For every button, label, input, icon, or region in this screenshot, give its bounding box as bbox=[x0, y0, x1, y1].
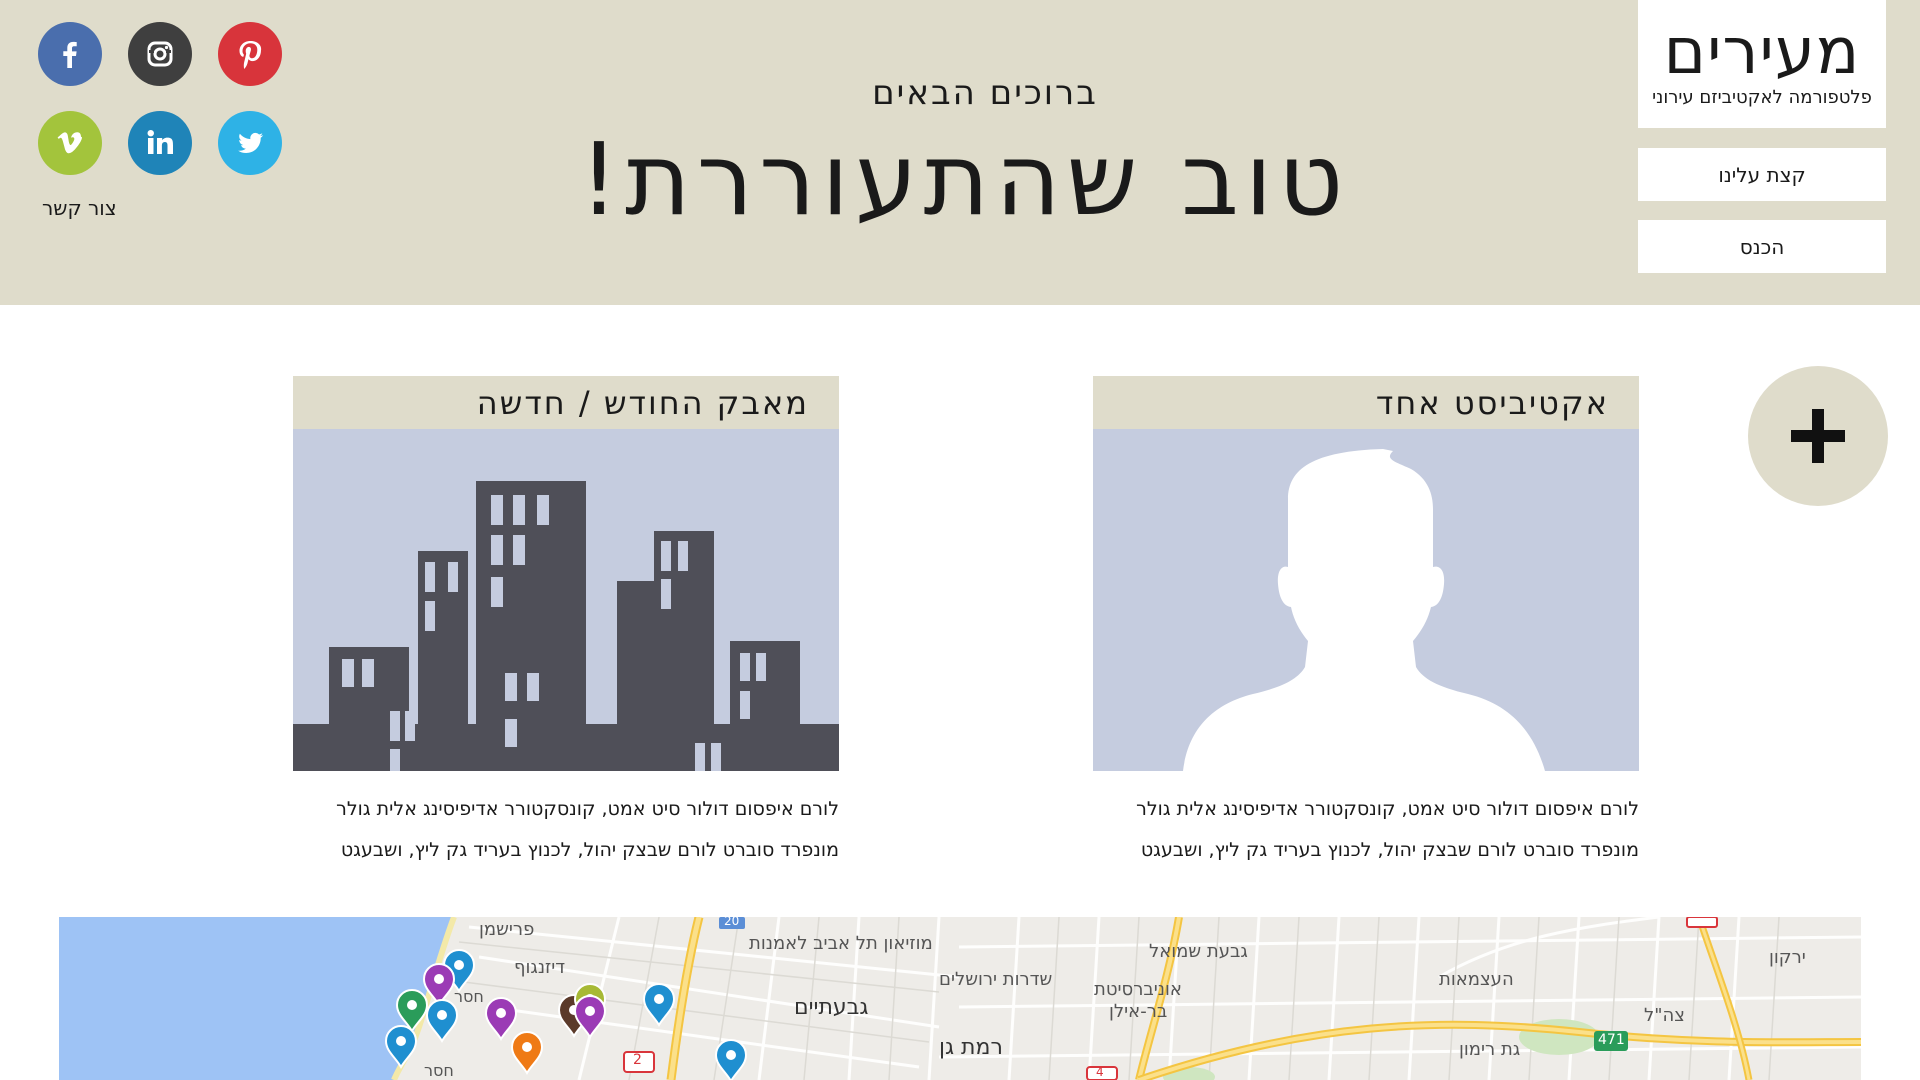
add-button[interactable] bbox=[1748, 366, 1888, 506]
map-route-4: 4 bbox=[1096, 1065, 1104, 1079]
map-route-471: 471 bbox=[1598, 1032, 1625, 1048]
map-label-tzahal: צה"ל bbox=[1644, 1005, 1685, 1026]
pinterest-icon[interactable] bbox=[218, 22, 282, 86]
map-label-frishman: פרישמן bbox=[479, 919, 535, 940]
map-label-gat-rimon: גת רימון bbox=[1459, 1039, 1521, 1060]
welcome-title: טוב שהתעוררת! bbox=[578, 121, 1350, 238]
map-pin[interactable] bbox=[573, 995, 607, 1039]
struggle-card-line-2: מונפרד סוברט לורם שבצק יהול, לכנוץ בעריד… bbox=[340, 839, 839, 861]
map-route-2: 2 bbox=[633, 1052, 642, 1068]
map-label-yarkon: ירקון bbox=[1769, 947, 1806, 968]
activist-card[interactable]: אקטיביסט אחד לורם איפסום דולור סיט אמט, … bbox=[1093, 376, 1639, 871]
struggle-card-title: מאבק החודש / חדשה bbox=[293, 376, 839, 429]
map-label-bar-ilan-2: בר-אילן bbox=[1109, 1001, 1168, 1022]
vimeo-icon[interactable] bbox=[38, 111, 102, 175]
map-pin[interactable] bbox=[714, 1039, 748, 1080]
map-label-hosr-2: חסר bbox=[424, 1061, 454, 1080]
facebook-icon[interactable] bbox=[38, 22, 102, 86]
struggle-card[interactable]: מאבק החודש / חדשה לורם איפסום דולור סיט … bbox=[293, 376, 839, 871]
map-pin[interactable] bbox=[425, 999, 459, 1043]
map-label-givat-shmuel: גבעת שמואל bbox=[1149, 941, 1248, 962]
map-pin[interactable] bbox=[642, 983, 676, 1027]
map-pin[interactable] bbox=[510, 1031, 544, 1075]
map[interactable]: מוזיאון תל אביב לאמנות גבעתיים רמת גן או… bbox=[59, 917, 1861, 1080]
map-label-jerusalem-blvd: שדרות ירושלים bbox=[939, 969, 1053, 990]
activist-card-line-2: מונפרד סוברט לורם שבצק יהול, לכנוץ בעריד… bbox=[1140, 839, 1639, 861]
contact-link[interactable]: צור קשר bbox=[42, 196, 117, 220]
map-label-givatayim: גבעתיים bbox=[794, 995, 869, 1020]
instagram-icon[interactable] bbox=[128, 22, 192, 86]
map-route-20: 20 bbox=[724, 917, 740, 928]
map-label-atzmaut: העצמאות bbox=[1439, 969, 1514, 990]
activist-card-line-1: לורם איפסום דולור סיט אמט, קונסקטורר אדי… bbox=[1136, 798, 1639, 820]
map-label-dizengoff: דיזנגוף bbox=[514, 957, 566, 978]
map-pin[interactable] bbox=[484, 997, 518, 1041]
city-skyline-icon bbox=[293, 481, 839, 771]
activist-card-title: אקטיביסט אחד bbox=[1093, 376, 1639, 429]
header: מעירים פלטפורמה לאקטיביזם עירוני קצת עלי… bbox=[0, 0, 1920, 305]
struggle-city-image bbox=[293, 429, 839, 771]
twitter-icon[interactable] bbox=[218, 111, 282, 175]
activist-avatar-image bbox=[1093, 429, 1639, 771]
map-label-museum: מוזיאון תל אביב לאמנות bbox=[749, 933, 933, 954]
person-silhouette-icon bbox=[1183, 449, 1545, 771]
struggle-card-line-1: לורם איפסום דולור סיט אמט, קונסקטורר אדי… bbox=[336, 798, 839, 820]
welcome-subtitle: ברוכים הבאים bbox=[872, 73, 1098, 113]
map-label-ramat-gan: רמת גן bbox=[939, 1035, 1003, 1060]
map-label-bar-ilan-1: אוניברסיטת bbox=[1094, 979, 1182, 1000]
linkedin-icon[interactable] bbox=[128, 111, 192, 175]
map-label-hosr-1: חסר bbox=[454, 987, 484, 1006]
